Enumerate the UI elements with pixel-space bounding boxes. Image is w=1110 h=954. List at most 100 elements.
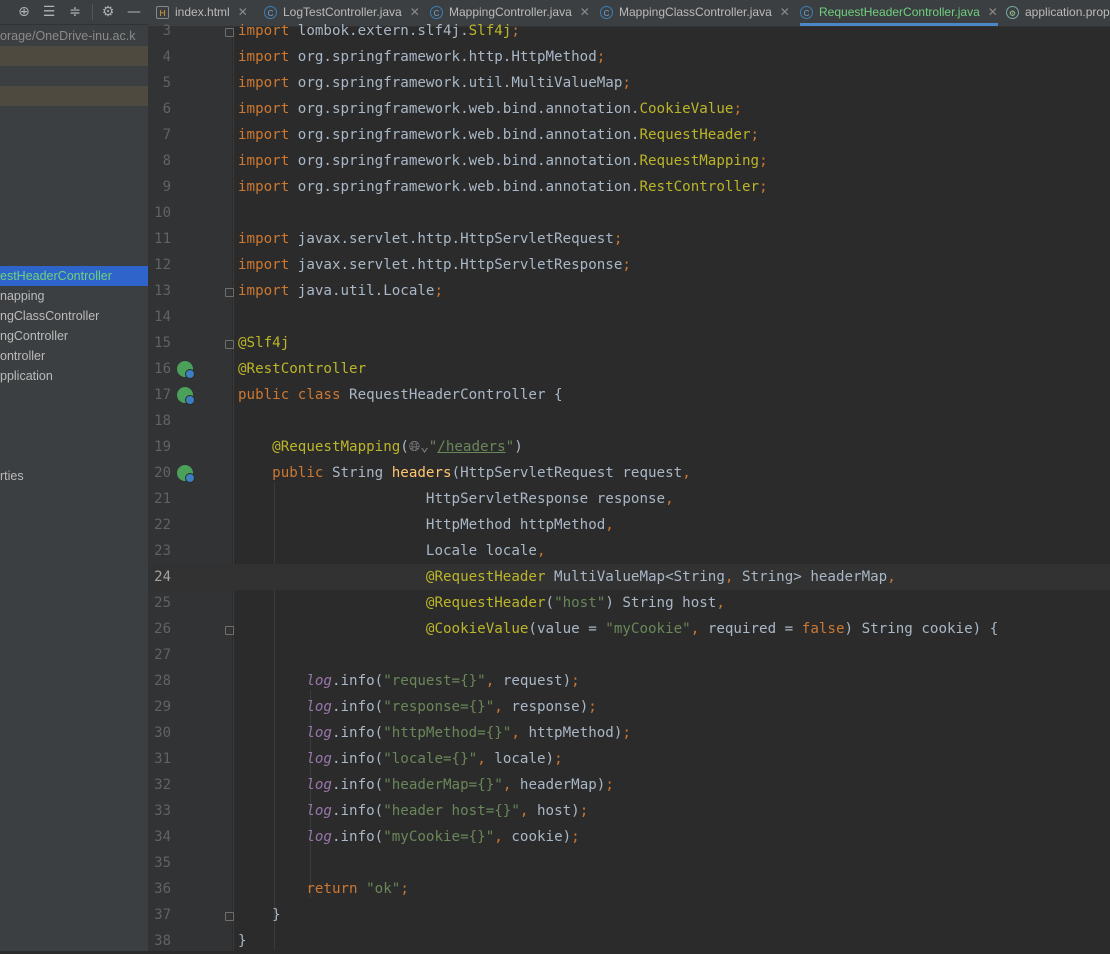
code-line[interactable]: 33 log.info("header host={}", host); bbox=[148, 798, 1110, 824]
tree-item-application[interactable]: pplication bbox=[0, 366, 148, 386]
sidebar-toolbar: ⊕ ☰ ≑ ⚙ — bbox=[0, 0, 148, 25]
code-text: log.info("request={}", request); bbox=[306, 673, 580, 689]
code-line[interactable]: 34 log.info("myCookie={}", cookie); bbox=[148, 824, 1110, 850]
code-line[interactable]: 7 import org.springframework.web.bind.an… bbox=[148, 122, 1110, 148]
collapse-all-icon[interactable]: ≑ bbox=[66, 3, 84, 21]
line-number: 14 bbox=[154, 309, 171, 325]
code-text: log.info("response={}", response); bbox=[306, 699, 597, 715]
code-line[interactable]: 18 bbox=[148, 408, 1110, 434]
tree-item-controller[interactable]: ontroller bbox=[0, 346, 148, 366]
code-text: log.info("httpMethod={}", httpMethod); bbox=[306, 725, 631, 741]
line-number: 31 bbox=[154, 751, 171, 767]
code-line[interactable]: 17 public class RequestHeaderController … bbox=[148, 382, 1110, 408]
line-number: 37 bbox=[154, 907, 171, 923]
code-text: @RestController bbox=[238, 361, 367, 377]
code-line[interactable]: 31 log.info("locale={}", locale); bbox=[148, 746, 1110, 772]
code-line[interactable]: 14 bbox=[148, 304, 1110, 330]
code-text: return "ok"; bbox=[306, 881, 409, 897]
code-text: @Slf4j bbox=[238, 335, 290, 351]
code-line[interactable]: 26 @CookieValue(value = "myCookie", requ… bbox=[148, 616, 1110, 642]
line-number: 9 bbox=[162, 179, 171, 195]
line-number: 20 bbox=[154, 465, 171, 481]
code-line[interactable]: 22 HttpMethod httpMethod, bbox=[148, 512, 1110, 538]
code-line[interactable]: 10 bbox=[148, 200, 1110, 226]
line-number: 32 bbox=[154, 777, 171, 793]
code-line[interactable]: 9 import org.springframework.web.bind.an… bbox=[148, 174, 1110, 200]
code-line[interactable]: 5 import org.springframework.util.MultiV… bbox=[148, 70, 1110, 96]
code-line[interactable]: 23 Locale locale, bbox=[148, 538, 1110, 564]
project-path[interactable]: orage/OneDrive-inu.ac.k bbox=[0, 26, 148, 46]
code-line[interactable]: 12 import javax.servlet.http.HttpServlet… bbox=[148, 252, 1110, 278]
tree-item-request-header-controller[interactable]: estHeaderController bbox=[0, 266, 148, 286]
expand-all-icon[interactable]: ☰ bbox=[40, 3, 58, 21]
project-sidebar: ⊕ ☰ ≑ ⚙ — orage/OneDrive-inu.ac.k estHea… bbox=[0, 0, 148, 951]
spring-bean-icon[interactable] bbox=[177, 387, 195, 405]
fold-icon[interactable] bbox=[225, 912, 234, 921]
code-line[interactable]: 36 return "ok"; bbox=[148, 876, 1110, 902]
line-number: 28 bbox=[154, 673, 171, 689]
line-number: 26 bbox=[154, 621, 171, 637]
code-text: import org.springframework.util.MultiVal… bbox=[238, 75, 631, 91]
code-text: public class RequestHeaderController { bbox=[238, 387, 563, 403]
tree-item-mapping-controller[interactable]: ngController bbox=[0, 326, 148, 346]
code-line[interactable]: 30 log.info("httpMethod={}", httpMethod)… bbox=[148, 720, 1110, 746]
code-line[interactable]: 15 @Slf4j bbox=[148, 330, 1110, 356]
close-icon[interactable]: ✕ bbox=[988, 5, 998, 19]
code-text: log.info("locale={}", locale); bbox=[306, 751, 563, 767]
code-line[interactable]: 38 } bbox=[148, 928, 1110, 954]
code-line[interactable]: 32 log.info("headerMap={}", headerMap); bbox=[148, 772, 1110, 798]
close-icon[interactable]: ✕ bbox=[780, 5, 790, 19]
line-number: 17 bbox=[154, 387, 171, 403]
code-line[interactable]: 37 } bbox=[148, 902, 1110, 928]
code-line[interactable]: 6 import org.springframework.web.bind.an… bbox=[148, 96, 1110, 122]
tab-label: application.prop bbox=[1025, 5, 1110, 19]
line-number: 30 bbox=[154, 725, 171, 741]
fold-icon[interactable] bbox=[225, 288, 234, 297]
line-number: 15 bbox=[154, 335, 171, 351]
code-text: public String headers(HttpServletRequest… bbox=[272, 465, 691, 481]
line-number: 27 bbox=[154, 647, 171, 663]
code-text: @RequestHeader("host") String host, bbox=[425, 595, 725, 611]
code-line[interactable]: 4 import org.springframework.http.HttpMe… bbox=[148, 44, 1110, 70]
code-text: @RequestHeader MultiValueMap<String, Str… bbox=[425, 569, 896, 585]
close-icon[interactable]: ✕ bbox=[238, 5, 248, 19]
fold-icon[interactable] bbox=[225, 340, 234, 349]
web-endpoint-icon[interactable] bbox=[177, 465, 195, 483]
code-line[interactable]: 20 public String headers(HttpServletRequ… bbox=[148, 460, 1110, 486]
tree-item-mapping-class-controller[interactable]: ngClassController bbox=[0, 306, 148, 326]
gear-icon[interactable]: ⚙ bbox=[99, 3, 117, 21]
code-text: log.info("headerMap={}", headerMap); bbox=[306, 777, 614, 793]
fold-icon[interactable] bbox=[225, 626, 234, 635]
code-line-current[interactable]: 24 @RequestHeader MultiValueMap<String, … bbox=[148, 564, 1110, 590]
code-text: import org.springframework.http.HttpMeth… bbox=[238, 49, 606, 65]
line-number: 12 bbox=[154, 257, 171, 273]
code-line[interactable]: 25 @RequestHeader("host") String host, bbox=[148, 590, 1110, 616]
code-text: import lombok.extern.slf4j.Slf4j; bbox=[238, 23, 520, 39]
fold-icon[interactable] bbox=[225, 28, 234, 37]
code-line[interactable]: 28 log.info("request={}", request); bbox=[148, 668, 1110, 694]
code-text: import javax.servlet.http.HttpServletRes… bbox=[238, 257, 631, 273]
line-number: 7 bbox=[162, 127, 171, 143]
code-line[interactable]: 21 HttpServletResponse response, bbox=[148, 486, 1110, 512]
minimize-icon[interactable]: — bbox=[125, 3, 143, 21]
code-line[interactable]: 35 bbox=[148, 850, 1110, 876]
code-line[interactable]: 16 @RestController bbox=[148, 356, 1110, 382]
tree-highlight-row[interactable] bbox=[0, 46, 148, 66]
target-icon[interactable]: ⊕ bbox=[15, 3, 33, 21]
code-line[interactable]: 13 import java.util.Locale; bbox=[148, 278, 1110, 304]
close-icon[interactable]: ✕ bbox=[410, 5, 420, 19]
code-line[interactable]: 8 import org.springframework.web.bind.an… bbox=[148, 148, 1110, 174]
code-line[interactable]: 3 import lombok.extern.slf4j.Slf4j; bbox=[148, 18, 1110, 44]
code-line[interactable]: 11 import javax.servlet.http.HttpServlet… bbox=[148, 226, 1110, 252]
line-number: 25 bbox=[154, 595, 171, 611]
tree-highlight-row[interactable] bbox=[0, 86, 148, 106]
code-line[interactable]: 29 log.info("response={}", response); bbox=[148, 694, 1110, 720]
code-text: import org.springframework.web.bind.anno… bbox=[238, 153, 768, 169]
tree-item-mapping[interactable]: napping bbox=[0, 286, 148, 306]
code-line[interactable]: 27 bbox=[148, 642, 1110, 668]
spring-bean-icon[interactable] bbox=[177, 361, 195, 379]
close-icon[interactable]: ✕ bbox=[580, 5, 590, 19]
line-number: 36 bbox=[154, 881, 171, 897]
code-line[interactable]: 19 @RequestMapping(🌐︎⌄"/headers") bbox=[148, 434, 1110, 460]
tree-item-properties[interactable]: rties bbox=[0, 466, 148, 486]
